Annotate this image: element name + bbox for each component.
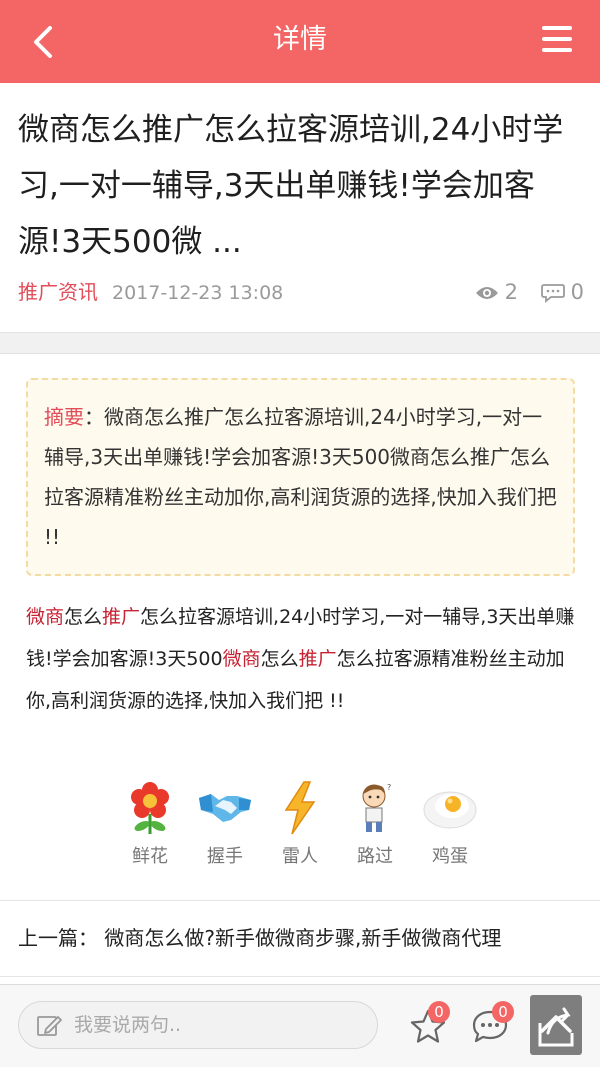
- handshake-icon: [199, 794, 251, 822]
- view-count-value: 2: [504, 280, 518, 304]
- reaction-label: 握手: [207, 846, 243, 867]
- flower-icon: [131, 782, 169, 834]
- bottom-bar: 我要说两句.. 0 0: [0, 985, 600, 1067]
- body-segment: 怎么: [260, 648, 299, 670]
- reaction-label: 雷人: [282, 846, 318, 867]
- article-meta: 推广资讯 2017-12-23 13:08 2 0: [18, 276, 584, 308]
- share-icon: [538, 1007, 574, 1047]
- page-title: 详情: [273, 24, 327, 55]
- reaction-flower[interactable]: 鲜花: [112, 780, 188, 868]
- reaction-egg[interactable]: 鸡蛋: [412, 780, 488, 868]
- top-bar: 详情: [0, 0, 600, 83]
- egg-icon: [423, 791, 477, 829]
- favorite-button[interactable]: 0: [408, 1001, 452, 1045]
- body-segment[interactable]: 推广: [299, 648, 337, 670]
- summary-text: ：微商怎么推广怎么拉客源培训,24小时学习,一对一辅导,3天出单赚钱!学会加客源…: [44, 405, 557, 549]
- svg-text:?: ?: [387, 783, 391, 792]
- comment-count-value: 0: [570, 280, 584, 304]
- comment-count-badge: 0: [492, 1001, 514, 1023]
- reaction-label: 路过: [357, 846, 393, 867]
- hamburger-menu-icon: [542, 26, 572, 30]
- summary-label: 摘要: [44, 405, 84, 429]
- share-button[interactable]: [530, 995, 582, 1055]
- reaction-label: 鸡蛋: [432, 846, 468, 867]
- view-count: 2: [475, 276, 518, 308]
- article-title: 微商怎么推广怎么拉客源培训,24小时学习,一对一辅导,3天出单赚钱!学会加客源!…: [18, 112, 564, 260]
- eye-icon: [475, 287, 498, 299]
- divider: [0, 976, 600, 977]
- reaction-handshake[interactable]: 握手: [187, 780, 263, 868]
- hamburger-line: [542, 48, 572, 52]
- lightning-icon: [284, 781, 316, 835]
- reaction-bar: 鲜花 握手 雷人 ? 路过 鸡蛋: [112, 780, 488, 872]
- comment-input[interactable]: 我要说两句..: [18, 1001, 378, 1049]
- reaction-label: 鲜花: [132, 846, 168, 867]
- divider: [0, 900, 600, 901]
- section-separator: [0, 332, 600, 354]
- comment-count: 0: [540, 276, 584, 308]
- article-body: 微商怎么推广怎么拉客源培训,24小时学习,一对一辅导,3天出单赚钱!学会加客源!…: [26, 596, 576, 722]
- previous-article-link[interactable]: 上一篇： 微商怎么做?新手做微商步骤,新手做微商代理: [18, 918, 584, 958]
- favorite-count-badge: 0: [428, 1001, 450, 1023]
- comments-button[interactable]: 0: [470, 1001, 514, 1045]
- summary-box: 摘要：微商怎么推广怎么拉客源培训,24小时学习,一对一辅导,3天出单赚钱!学会加…: [26, 378, 575, 576]
- body-segment[interactable]: 微商: [223, 648, 261, 670]
- reaction-lightning[interactable]: 雷人: [262, 780, 338, 868]
- hamburger-line: [542, 37, 572, 41]
- pencil-edit-icon: [37, 1016, 62, 1036]
- body-segment: 怎么: [64, 606, 103, 628]
- article-stats: 2 0: [459, 276, 584, 308]
- body-segment[interactable]: 推广: [102, 606, 140, 628]
- comment-bubble-icon: [540, 284, 565, 303]
- reaction-passerby[interactable]: ? 路过: [337, 780, 413, 868]
- menu-button[interactable]: [542, 26, 572, 56]
- comment-input-placeholder: 我要说两句..: [74, 1014, 182, 1036]
- article-category[interactable]: 推广资讯: [18, 280, 98, 304]
- passerby-icon: ?: [362, 783, 391, 832]
- article-date: 2017-12-23 13:08: [112, 282, 284, 304]
- body-segment[interactable]: 微商: [26, 606, 64, 628]
